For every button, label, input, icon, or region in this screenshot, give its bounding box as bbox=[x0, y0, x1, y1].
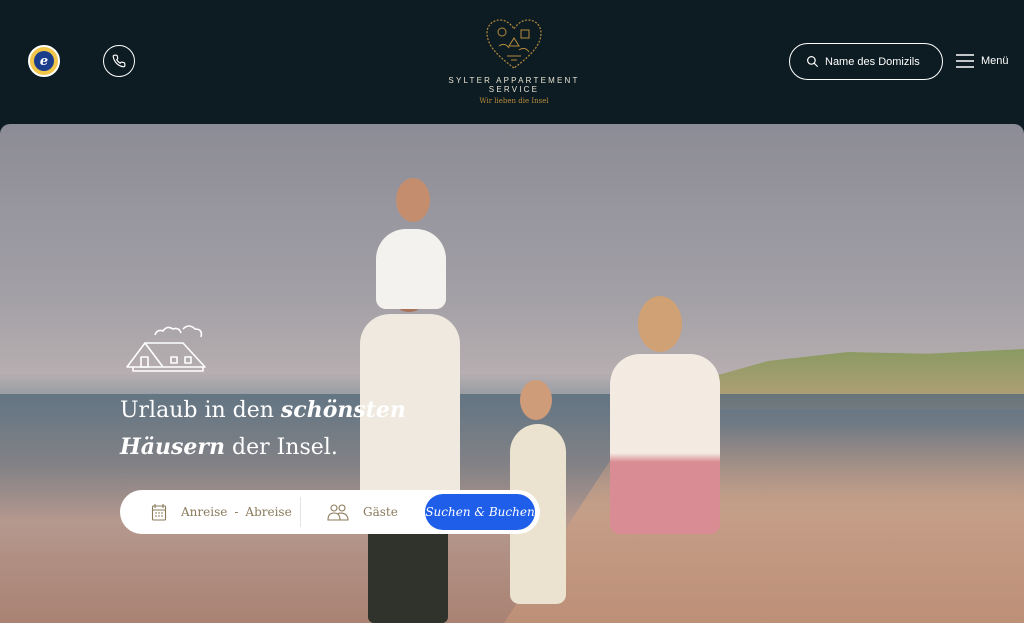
site-logo[interactable]: SYLTER APPARTEMENT SERVICE Wir lieben di… bbox=[430, 18, 598, 105]
hamburger-icon bbox=[956, 54, 974, 68]
search-bar[interactable] bbox=[789, 43, 943, 80]
trusted-shops-badge[interactable]: e bbox=[28, 45, 60, 77]
hero-headline: Urlaub in den schönsten Häusern der Inse… bbox=[120, 392, 440, 466]
menu-button[interactable]: Menü bbox=[955, 53, 1009, 69]
headline-emphasis-1: schönsten bbox=[280, 397, 406, 423]
phone-button[interactable] bbox=[103, 45, 135, 77]
departure-label: Abreise bbox=[245, 505, 292, 519]
brand-name: SYLTER APPARTEMENT SERVICE bbox=[448, 76, 580, 94]
heart-logo-icon bbox=[486, 19, 542, 69]
hero-section: Urlaub in den schönsten Häusern der Inse… bbox=[0, 124, 1024, 623]
brand-tagline: Wir lieben die Insel bbox=[479, 97, 549, 105]
search-icon bbox=[807, 56, 818, 67]
headline-text-1: Urlaub in den bbox=[120, 398, 281, 423]
house-icon bbox=[126, 325, 206, 372]
search-book-button[interactable]: Suchen & Buchen bbox=[425, 494, 535, 530]
phone-icon bbox=[112, 54, 126, 68]
guests-label: Gäste bbox=[363, 505, 398, 519]
site-header: e SYLTER APPARTEMENT SERVICE Wir lieben … bbox=[0, 0, 1024, 124]
headline-emphasis-2: Häusern bbox=[120, 434, 226, 460]
guests-picker[interactable]: Gäste bbox=[301, 490, 425, 534]
arrival-label: Anreise bbox=[181, 505, 228, 519]
guests-icon bbox=[327, 504, 349, 521]
menu-label: Menü bbox=[981, 55, 1009, 67]
date-range-picker[interactable]: Anreise - Abreise bbox=[120, 490, 300, 534]
date-separator: - bbox=[234, 505, 239, 519]
calendar-icon bbox=[151, 504, 167, 521]
search-input[interactable] bbox=[825, 55, 935, 68]
trusted-shops-letter: e bbox=[34, 51, 54, 71]
headline-text-2: der Insel. bbox=[225, 435, 338, 460]
booking-bar: Anreise - Abreise Gäste Suchen & Buchen bbox=[120, 490, 540, 534]
